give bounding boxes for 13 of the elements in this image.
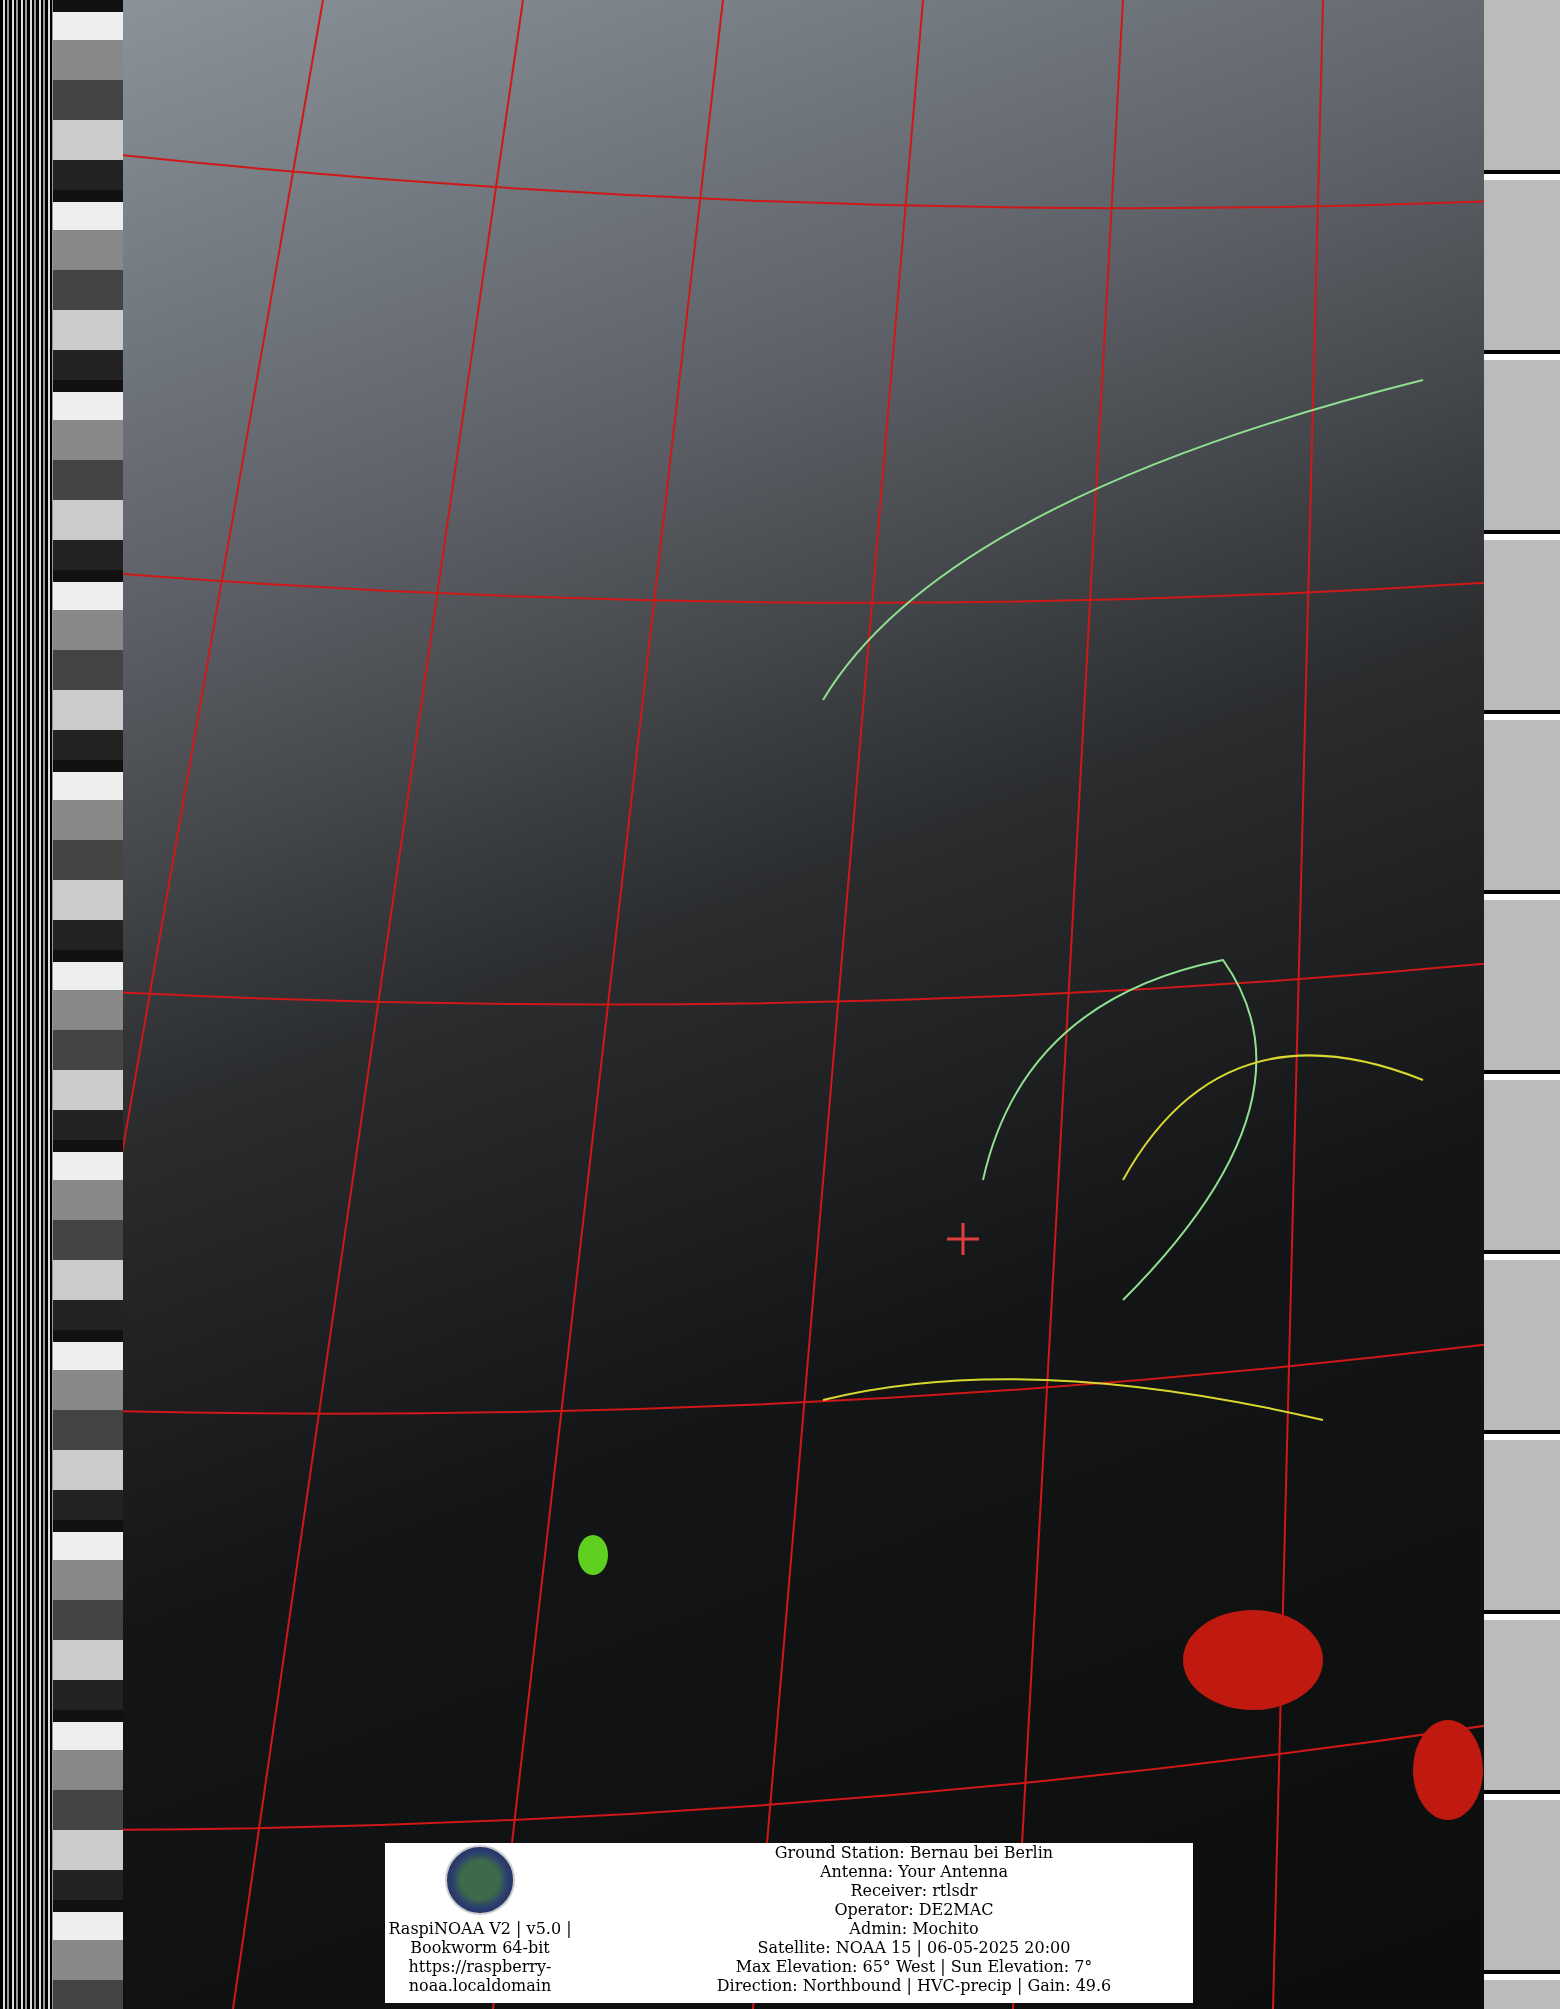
station-info-text: Satellite: NOAA 15 | 06-05-2025 20:00 [757,1938,1071,1957]
software-info-text: Bookworm 64-bit [410,1938,550,1957]
station-info-text: Max Elevation: 65° West | Sun Elevation: 7° [735,1957,1093,1976]
station-info-text: Admin: Mochito [849,1919,979,1938]
software-info-text: https://raspberry- [408,1957,552,1976]
station-info-text: Operator: DE2MAC [834,1900,994,1919]
software-info-text: noaa.localdomain [408,1976,552,1995]
software-info-text: RaspiNOAA V2 | v5.0 | [388,1919,572,1938]
crosshair-icon [947,1223,979,1255]
station-info-text: Direction: Northbound | HVC-precip | Gain: 49.6 [716,1976,1112,1995]
station-info-text: Ground Station: Bernau bei Berlin [774,1843,1054,1862]
station-info-text: Receiver: rtlsdr [850,1881,978,1900]
station-info-text: Antenna: Your Antenna [819,1862,1009,1881]
